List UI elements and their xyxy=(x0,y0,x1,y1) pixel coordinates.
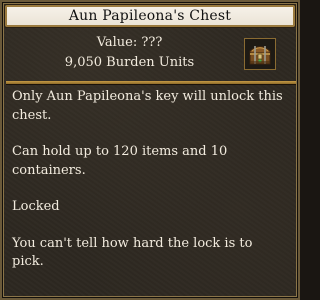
item-description: Only Aun Papileona's key will unlock thi… xyxy=(12,88,288,290)
item-summary: Value: ??? 9,050 Burden Units xyxy=(2,33,242,73)
burden-text: 9,050 Burden Units xyxy=(64,55,195,70)
item-info-panel: Aun Papileona's Chest Value: ??? 9,050 B… xyxy=(0,0,300,300)
title-bar: Aun Papileona's Chest xyxy=(5,5,295,27)
section-divider xyxy=(6,81,296,84)
lock-status-text: Locked xyxy=(12,199,60,214)
chest-icon xyxy=(244,38,276,70)
value-text: Value: ??? xyxy=(96,35,163,50)
capacity-text: Can hold up to 120 items and 10 containe… xyxy=(12,144,228,178)
lockpick-difficulty-text: You can't tell how hard the lock is to p… xyxy=(12,235,253,270)
key-requirement-text: Only Aun Papileona's key will unlock thi… xyxy=(12,89,283,123)
window-title: Aun Papileona's Chest xyxy=(68,8,232,24)
